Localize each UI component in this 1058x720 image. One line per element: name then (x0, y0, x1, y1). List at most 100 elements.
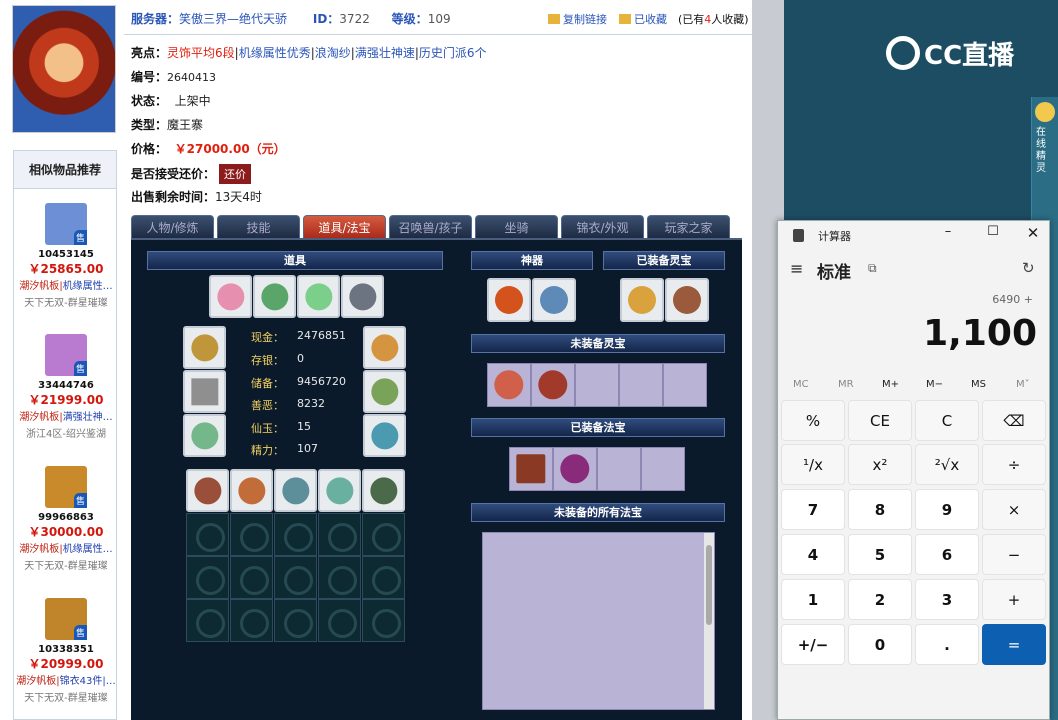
digit-0-button[interactable]: 0 (848, 624, 912, 665)
history-icon[interactable]: ↻ (1022, 259, 1035, 277)
digit-4-button[interactable]: 4 (781, 534, 845, 575)
scroll-thumb[interactable] (706, 545, 712, 625)
clear-entry-button[interactable]: CE (848, 400, 912, 441)
backspace-button[interactable]: ⌫ (982, 400, 1046, 441)
assistant-avatar-icon[interactable] (1035, 102, 1055, 122)
equip-slot[interactable] (183, 326, 226, 369)
ms-button[interactable]: MS (971, 379, 986, 390)
item-slot[interactable] (209, 275, 252, 318)
maximize-button[interactable]: ☐ (978, 224, 1008, 246)
number-row: 编号：2640413 (131, 70, 217, 84)
equip-slot[interactable] (363, 414, 406, 457)
similar-items-panel: 相似物品推荐 售 10453145 ￥25865.00 潮汐帆板|机缘属性… 天… (13, 150, 117, 720)
percent-button[interactable]: % (781, 400, 845, 441)
decimal-button[interactable]: . (915, 624, 979, 665)
favorite-button[interactable]: 已收藏 (619, 11, 667, 27)
lingbao-slot-empty[interactable] (619, 363, 663, 407)
bargain-row: 是否接受还价： 还价 (131, 164, 252, 184)
negate-button[interactable]: +/− (781, 624, 845, 665)
subtract-button[interactable]: − (982, 534, 1046, 575)
item-slot[interactable] (253, 275, 296, 318)
lingbao-slot[interactable] (487, 363, 531, 407)
tab-home[interactable]: 玩家之家 (647, 215, 730, 239)
similar-item[interactable]: 售 10453145 ￥25865.00 潮汐帆板|机缘属性… 天下无双-群星璀… (14, 203, 118, 309)
lingbao-slot[interactable] (665, 278, 709, 322)
tab-mounts[interactable]: 坐骑 (475, 215, 558, 239)
digit-7-button[interactable]: 7 (781, 489, 845, 530)
fabao-slot[interactable] (509, 447, 553, 491)
digit-3-button[interactable]: 3 (915, 579, 979, 620)
similar-item[interactable]: 售 99966863 ￥30000.00 潮汐帆板|机缘属性… 天下无双-群星璀… (14, 466, 118, 572)
equip-slot[interactable] (183, 370, 226, 413)
mc-button[interactable]: MC (793, 379, 809, 390)
item-slot[interactable] (341, 275, 384, 318)
digit-5-button[interactable]: 5 (848, 534, 912, 575)
lingbao-slot[interactable] (620, 278, 664, 322)
equals-button[interactable]: = (982, 624, 1046, 665)
digit-8-button[interactable]: 8 (848, 489, 912, 530)
level-label: 等级： (391, 12, 428, 26)
equip-slot[interactable] (363, 370, 406, 413)
minimize-button[interactable]: – (933, 224, 963, 246)
tab-outfits[interactable]: 锦衣/外观 (561, 215, 644, 239)
square-button[interactable]: x² (848, 444, 912, 485)
similar-item-avatar[interactable]: 售 (45, 334, 87, 376)
id-value: 3722 (339, 12, 370, 26)
cauldron-icon (538, 370, 568, 400)
digit-6-button[interactable]: 6 (915, 534, 979, 575)
memory-list-button[interactable]: M˅ (1016, 379, 1030, 390)
bag-slot[interactable] (318, 469, 361, 512)
tab-character[interactable]: 人物/修炼 (131, 215, 214, 239)
calculator-window: 计算器 – ☐ ✕ ≡ 标准 ⧉ ↻ 6490 + 1,100 MC MR M+… (777, 220, 1050, 720)
reciprocal-button[interactable]: ¹/x (781, 444, 845, 485)
tab-items[interactable]: 道具/法宝 (303, 215, 386, 239)
keep-on-top-icon[interactable]: ⧉ (868, 261, 877, 276)
menu-icon[interactable]: ≡ (790, 259, 803, 278)
clear-button[interactable]: C (915, 400, 979, 441)
bargain-button[interactable]: 还价 (219, 164, 252, 184)
highlight-tag: 机缘属性优秀 (238, 46, 311, 60)
tab-pets[interactable]: 召唤兽/孩子 (389, 215, 472, 239)
lingbao-slot-empty[interactable] (663, 363, 707, 407)
divide-button[interactable]: ÷ (982, 444, 1046, 485)
fire-orb-icon (495, 286, 523, 314)
similar-item-avatar[interactable]: 售 (45, 466, 87, 508)
lingbao-slot-empty[interactable] (575, 363, 619, 407)
digit-2-button[interactable]: 2 (848, 579, 912, 620)
lingbao-slot[interactable] (531, 363, 575, 407)
equip-slot[interactable] (183, 414, 226, 457)
calculator-app-icon (793, 229, 804, 242)
fabao-slot-empty[interactable] (597, 447, 641, 491)
multiply-button[interactable]: × (982, 489, 1046, 530)
add-button[interactable]: + (982, 579, 1046, 620)
fabao-list[interactable] (482, 532, 715, 710)
item-slot[interactable] (297, 275, 340, 318)
similar-item[interactable]: 售 33444746 ￥21999.00 潮汐帆板|满强壮神… 浙江4区-绍兴鉴… (14, 334, 118, 440)
fabao-slot[interactable] (553, 447, 597, 491)
bag-slot[interactable] (230, 469, 273, 512)
close-button[interactable]: ✕ (1018, 224, 1048, 246)
fabao-scrollbar[interactable] (704, 533, 714, 709)
similar-item-avatar[interactable]: 售 (45, 203, 87, 245)
fabao-slot-empty[interactable] (641, 447, 685, 491)
copy-link-button[interactable]: 复制链接 (548, 11, 607, 27)
bag-slot[interactable] (186, 469, 229, 512)
sqrt-button[interactable]: ²√x (915, 444, 979, 485)
similar-item-avatar[interactable]: 售 (45, 598, 87, 640)
bag-slot[interactable] (362, 469, 405, 512)
character-avatar (12, 5, 116, 133)
digit-9-button[interactable]: 9 (915, 489, 979, 530)
mr-button[interactable]: MR (838, 379, 854, 390)
shenqi-slot[interactable] (532, 278, 576, 322)
shenqi-slot[interactable] (487, 278, 531, 322)
bag-slot[interactable] (274, 469, 317, 512)
similar-item[interactable]: 售 10338351 ￥20999.00 潮汐帆板|锦衣43件|… 天下无双-群… (14, 598, 118, 704)
equip-slot[interactable] (363, 326, 406, 369)
digit-1-button[interactable]: 1 (781, 579, 845, 620)
lotus-icon (216, 282, 245, 311)
m-minus-button[interactable]: M− (926, 379, 943, 390)
tab-skills[interactable]: 技能 (217, 215, 300, 239)
sale-badge: 售 (73, 230, 87, 245)
m-plus-button[interactable]: M+ (882, 379, 899, 390)
equipped-fabao-bar: 已装备法宝 (471, 418, 725, 437)
